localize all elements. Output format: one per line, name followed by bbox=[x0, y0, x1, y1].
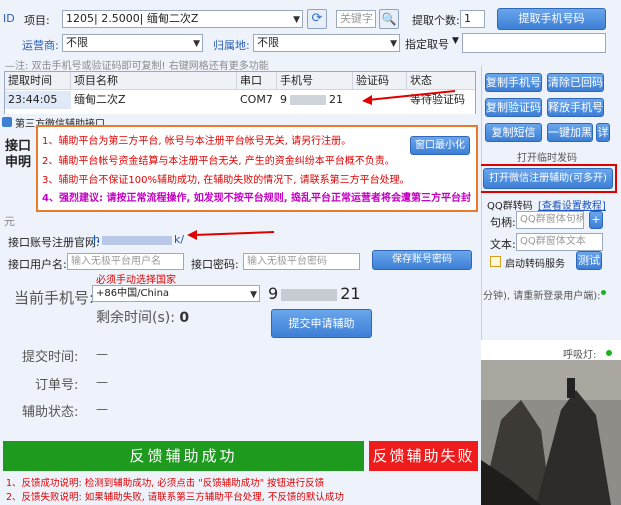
qq-test-button[interactable]: 测试 bbox=[576, 251, 602, 270]
location-label: 归属地: bbox=[213, 39, 250, 52]
copy-code-button[interactable]: 复制验证码 bbox=[485, 98, 542, 117]
username-input[interactable]: 输入无极平台用户名 bbox=[67, 253, 184, 270]
submit-time-value: — bbox=[96, 347, 108, 361]
app-icon bbox=[2, 117, 12, 127]
country-hint: 必须手动选择国家 bbox=[96, 275, 176, 286]
footer-note-2: 2、反馈失败说明: 如果辅助失败, 请联系第三方辅助平台处理, 不反馈的默认成功 bbox=[6, 492, 344, 503]
fetch-count-label: 提取个数: bbox=[412, 14, 460, 27]
project-select[interactable]: 1205| 2.5000| 缅甸二次Z ▼ bbox=[62, 10, 303, 28]
qq-handle-label: 句柄: bbox=[490, 216, 516, 229]
redacted-block bbox=[281, 288, 338, 301]
fetch-phone-button[interactable]: 提取手机号码 bbox=[497, 8, 606, 30]
assign-label: 指定取号 bbox=[405, 38, 449, 51]
breath-label: 呼吸灯: bbox=[563, 350, 597, 361]
assign-chevron-icon[interactable]: ▼ bbox=[452, 36, 459, 46]
annotation-arrow-url bbox=[187, 230, 275, 240]
feedback-fail-button[interactable]: 反馈辅助失败 bbox=[369, 441, 478, 471]
qq-add-button[interactable]: + bbox=[589, 211, 603, 229]
password-input[interactable]: 输入无极平台密码 bbox=[243, 253, 360, 270]
copy-sms-button[interactable]: 复制短信 bbox=[485, 123, 542, 142]
table-header-port: 串口 bbox=[237, 72, 277, 90]
id-label: ID bbox=[3, 12, 15, 25]
qq-text-input[interactable]: QQ群窗体文本 bbox=[516, 233, 603, 251]
side-title: 接口申明 bbox=[4, 139, 31, 170]
notice-1: 1、辅助平台为第三方平台, 帐号与本注册平台帐号无关, 请另行注册。 bbox=[42, 136, 352, 147]
detail-button[interactable]: 详 bbox=[596, 123, 610, 142]
country-select[interactable]: +86中国/China ▼ bbox=[92, 285, 260, 302]
background-photo bbox=[481, 360, 621, 505]
qq-status-note: 分钟), 请重新登录用户端): bbox=[483, 291, 601, 302]
copy-phone-button[interactable]: 复制手机号 bbox=[485, 73, 542, 92]
clear-recv-button[interactable]: 清除已回码 bbox=[547, 73, 604, 92]
breath-light-icon bbox=[606, 350, 612, 356]
qq-tutorial-link[interactable]: [查看设置教程] bbox=[538, 197, 606, 212]
row-phone[interactable]: 9 21 bbox=[277, 91, 353, 109]
qq-title: QQ群转码 bbox=[487, 201, 533, 212]
location-select[interactable]: 不限 ▼ bbox=[253, 34, 400, 52]
chevron-down-icon: ▼ bbox=[293, 15, 300, 25]
search-button[interactable]: 🔍 bbox=[379, 9, 399, 29]
search-icon: 🔍 bbox=[381, 12, 397, 26]
row-port: COM7 bbox=[240, 93, 273, 106]
timer-label: 打开临时发码 bbox=[517, 153, 577, 164]
refresh-project-button[interactable]: ⟳ bbox=[307, 9, 327, 29]
row-project: 缅甸二次Z bbox=[74, 93, 126, 106]
current-phone-label: 当前手机号: bbox=[14, 289, 95, 307]
qq-text-label: 文本: bbox=[490, 238, 516, 251]
feedback-success-button[interactable]: 反馈辅助成功 bbox=[3, 441, 364, 471]
annotation-arrow-status bbox=[362, 90, 456, 105]
row-time: 23:44:05 bbox=[5, 91, 71, 109]
qq-handle-input[interactable]: QQ群窗体句柄 bbox=[516, 211, 584, 229]
url-link[interactable]: h k/ bbox=[93, 233, 184, 246]
password-label: 接口密码: bbox=[191, 258, 239, 271]
operator-select[interactable]: 不限 ▼ bbox=[62, 34, 203, 52]
qq-enable-checkbox[interactable] bbox=[490, 256, 501, 267]
fetch-count-input[interactable]: 1 bbox=[460, 10, 485, 28]
url-label: 接口账号注册官网: bbox=[8, 236, 100, 249]
current-phone-value: 9 21 bbox=[268, 284, 361, 303]
chevron-down-icon: ▼ bbox=[193, 39, 200, 49]
table-header-phone: 手机号 bbox=[277, 72, 353, 90]
table-header-project: 项目名称 bbox=[71, 72, 237, 90]
footer-note-1: 1、反馈成功说明: 检测到辅助成功, 必须点击 "反馈辅助成功" 按钮进行反馈 bbox=[6, 478, 325, 489]
operator-label: 运营商: bbox=[22, 39, 59, 52]
remaining-row: 剩余时间(s): 0 bbox=[96, 310, 190, 326]
release-all-button[interactable]: 一键加黑 bbox=[547, 123, 593, 142]
order-value: — bbox=[96, 375, 108, 389]
chevron-down-icon: ▼ bbox=[390, 39, 397, 49]
release-phone-button[interactable]: 释放手机号 bbox=[547, 98, 604, 117]
hint-text: —注: 双击手机号或验证码即可复制! 右键网格还有更多功能 bbox=[5, 61, 269, 72]
notice-4: 4、强烈建议: 请按正常流程操作, 如发现不按平台规则, 捣乱平台正常运营者将会… bbox=[42, 193, 471, 204]
assist-status-value: — bbox=[96, 402, 108, 416]
notice-2: 2、辅助平台帐号资金结算与本注册平台无关, 产生的资金纠纷本平台概不负责。 bbox=[42, 156, 395, 167]
submit-time-label: 提交时间: bbox=[22, 350, 79, 365]
fragment-text: 元 bbox=[4, 215, 15, 228]
refresh-icon: ⟳ bbox=[311, 11, 323, 26]
open-wechat-button[interactable]: 打开微信注册辅助(可多开) bbox=[483, 168, 613, 189]
keyword-input[interactable]: 关键字 bbox=[336, 10, 376, 28]
redacted-block bbox=[101, 235, 172, 245]
username-label: 接口用户名: bbox=[8, 258, 67, 271]
redacted-block bbox=[290, 95, 326, 105]
project-label: 项目: bbox=[24, 14, 50, 27]
status-dot-icon bbox=[601, 290, 606, 295]
notice-3: 3、辅助平台不保证100%辅助成功, 在辅助失败的情况下, 请联系第三方平台处理… bbox=[42, 175, 410, 186]
submit-assist-button[interactable]: 提交申请辅助 bbox=[271, 309, 372, 338]
minimize-button[interactable]: 窗口最小化 bbox=[410, 136, 470, 155]
assign-input[interactable] bbox=[462, 33, 606, 53]
save-account-button[interactable]: 保存账号密码 bbox=[372, 250, 472, 270]
qq-enable-label: 启动转码服务 bbox=[505, 259, 565, 270]
order-label: 订单号: bbox=[35, 378, 79, 393]
table-header-time: 提取时间 bbox=[5, 72, 71, 90]
assist-status-label: 辅助状态: bbox=[22, 405, 79, 420]
chevron-down-icon: ▼ bbox=[250, 290, 257, 300]
